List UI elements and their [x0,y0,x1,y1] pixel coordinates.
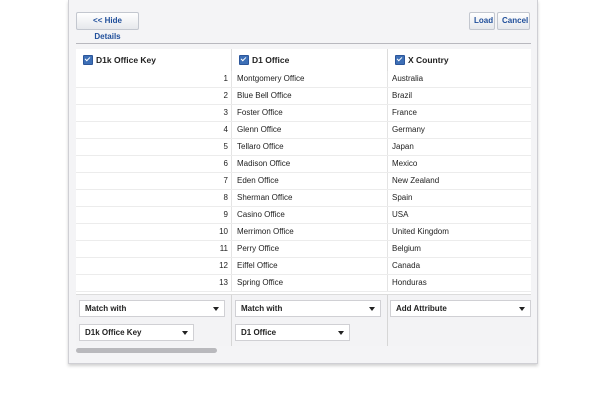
table-row[interactable]: 8 Sherman Office Spain [76,190,531,207]
office-key-cell: 2 [76,88,232,104]
office-key-cell: 12 [76,258,232,274]
data-grid: D1k Office Key D1 Office X Country 1 Mont… [76,49,531,346]
dropdown-arrow-icon [213,307,219,311]
add-attribute-select[interactable]: Add Attribute [390,300,531,317]
office-cell: Sherman Office [232,190,388,206]
table-row[interactable]: 9 Casino Office USA [76,207,531,224]
office-key-cell: 4 [76,122,232,138]
load-button[interactable]: Load [469,12,495,30]
table-row[interactable]: 5 Tellaro Office Japan [76,139,531,156]
column-header-label: D1k Office Key [96,55,156,65]
office-key-cell: 13 [76,275,232,291]
country-cell: USA [392,210,409,219]
country-cell: New Zealand [392,176,440,185]
match-with-select[interactable]: Match with [235,300,381,317]
office-key-cell: 6 [76,156,232,172]
dropdown-arrow-icon [369,307,375,311]
office-key-cell: 5 [76,139,232,155]
country-cell: Japan [392,142,414,151]
attribute-select[interactable]: D1k Office Key [79,324,194,341]
checkbox-icon[interactable] [83,55,93,65]
office-key-cell: 11 [76,241,232,257]
footer-column-2: Match with D1 Office [232,295,388,346]
horizontal-scrollbar[interactable] [76,346,531,356]
column-header-country[interactable]: X Country [388,49,531,71]
table-row[interactable]: 1 Montgomery Office Australia [76,71,531,88]
table-row[interactable]: 7 Eden Office New Zealand [76,173,531,190]
country-cell: Belgium [392,244,421,253]
office-key-cell: 3 [76,105,232,121]
office-key-cell: 7 [76,173,232,189]
scrollbar-thumb[interactable] [76,348,217,353]
column-header-label: X Country [408,55,449,65]
add-attribute-label: Add Attribute [396,304,447,313]
table-row[interactable]: 6 Madison Office Mexico [76,156,531,173]
office-cell: Eden Office [232,173,388,189]
table-row[interactable]: 10 Merrimon Office United Kingdom [76,224,531,241]
office-cell: Perry Office [232,241,388,257]
match-with-label: Match with [85,304,127,313]
table-row[interactable]: 2 Blue Bell Office Brazil [76,88,531,105]
office-cell: Glenn Office [232,122,388,138]
office-cell: Tellaro Office [232,139,388,155]
country-cell: France [392,108,417,117]
dropdown-arrow-icon [182,331,188,335]
checkbox-icon[interactable] [395,55,405,65]
dropdown-arrow-icon [519,307,525,311]
office-key-cell: 1 [76,71,232,87]
divider [76,43,531,44]
match-with-select[interactable]: Match with [79,300,225,317]
office-cell: Montgomery Office [232,71,388,87]
match-with-label: Match with [241,304,283,313]
footer-column-3: Add Attribute [388,295,531,346]
column-header-office[interactable]: D1 Office [232,49,388,71]
office-key-cell: 10 [76,224,232,240]
table-row[interactable]: 13 Spring Office Honduras [76,275,531,292]
country-cell: Mexico [392,159,418,168]
country-cell: Canada [392,261,421,270]
table-row[interactable]: 3 Foster Office France [76,105,531,122]
dropdown-arrow-icon [338,331,344,335]
table-row[interactable]: 4 Glenn Office Germany [76,122,531,139]
country-cell: Germany [392,125,425,134]
office-cell: Casino Office [232,207,388,223]
table-row[interactable]: 12 Eiffel Office Canada [76,258,531,275]
attribute-select[interactable]: D1 Office [235,324,350,341]
column-header-label: D1 Office [252,55,290,65]
attribute-label: D1k Office Key [85,328,142,337]
country-cell: Spain [392,193,413,202]
office-cell: Foster Office [232,105,388,121]
country-cell: Honduras [392,278,427,287]
office-cell: Madison Office [232,156,388,172]
checkbox-icon[interactable] [239,55,249,65]
country-cell: Australia [392,74,424,83]
hide-details-button[interactable]: << Hide Details [76,12,139,41]
country-cell: United Kingdom [392,227,449,236]
office-key-cell: 8 [76,190,232,206]
cancel-button[interactable]: Cancel [497,12,530,30]
column-header-office-key[interactable]: D1k Office Key [76,49,232,71]
attribute-label: D1 Office [241,328,277,337]
office-key-cell: 9 [76,207,232,223]
mapping-footer: Match with D1k Office Key Match with D1 … [76,294,531,346]
country-cell: Brazil [392,91,413,100]
office-cell: Spring Office [232,275,388,291]
office-cell: Merrimon Office [232,224,388,240]
table-row[interactable]: 11 Perry Office Belgium [76,241,531,258]
office-cell: Blue Bell Office [232,88,388,104]
footer-column-1: Match with D1k Office Key [76,295,232,346]
office-cell: Eiffel Office [232,258,388,274]
